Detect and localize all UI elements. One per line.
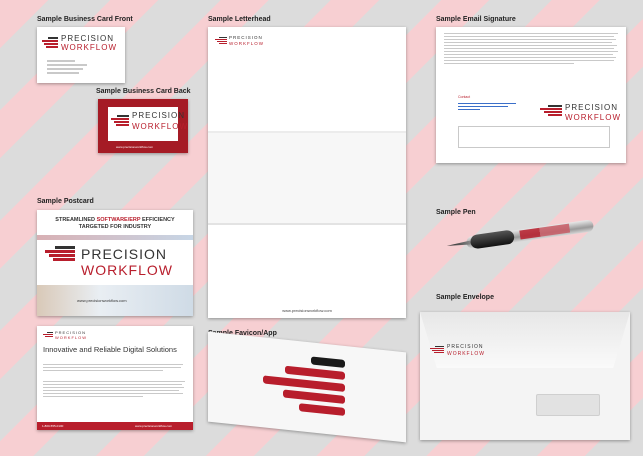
contact-lines	[47, 60, 97, 76]
logo-word-2: WORKFLOW	[229, 41, 264, 46]
postcard-photo-strip: www.precisionworkflow.com	[37, 285, 193, 316]
logo-word-2: WORKFLOW	[565, 113, 621, 122]
card-back-label: Sample Business Card Back	[96, 88, 191, 95]
logo-mark	[111, 115, 129, 127]
flyer-phone: 1-800-555-0100	[42, 424, 64, 428]
logo-word-1: PRECISION	[229, 35, 263, 40]
email-reply-box[interactable]	[458, 126, 610, 148]
headline-line2: TARGETED FOR INDUSTRY	[78, 223, 152, 230]
logo-word-2: WORKFLOW	[132, 122, 188, 131]
postcard-url: www.precisionworkflow.com	[77, 298, 127, 303]
envelope-window	[536, 394, 600, 416]
logo-word-1: PRECISION	[61, 34, 115, 43]
envelope: PRECISION WORKFLOW	[420, 312, 630, 440]
logo-word-2: WORKFLOW	[81, 262, 173, 278]
email-contact-label: Contact	[458, 95, 471, 99]
logo-mark	[215, 37, 227, 45]
logo-word-1: PRECISION	[81, 246, 168, 262]
card-front-label: Sample Business Card Front	[37, 16, 133, 23]
business-card-front: PRECISION WORKFLOW	[37, 27, 125, 83]
logo-mark	[43, 332, 53, 338]
envelope-label: Sample Envelope	[436, 294, 494, 301]
postcard-label: Sample Postcard	[37, 198, 94, 205]
letterhead: PRECISION WORKFLOW www.precisionworkflow…	[208, 27, 406, 318]
logo-mark	[45, 246, 75, 262]
logo-mark	[42, 37, 58, 49]
envelope-flap	[420, 312, 630, 368]
business-card-back: PRECISION WORKFLOW www.precisionworkflow…	[98, 99, 188, 153]
logo-word-1: PRECISION	[447, 344, 484, 350]
pen-tip	[446, 241, 470, 248]
headline-post: EFFICIENCY	[142, 217, 175, 223]
pen-grip	[469, 229, 516, 250]
logo-word-1: PRECISION	[132, 111, 186, 120]
logo-mark	[540, 105, 562, 117]
flyer-title: Innovative and Reliable Digital Solution…	[43, 345, 177, 354]
postcard-headline: STREAMLINED SOFTWARE/ERP EFFICIENCY TARG…	[37, 217, 193, 230]
postcard-stripe	[37, 235, 193, 240]
email-signature-label: Sample Email Signature	[436, 16, 516, 23]
logo-word-2: WORKFLOW	[61, 43, 117, 52]
flyer: PRECISION WORKFLOW Innovative and Reliab…	[37, 326, 193, 430]
flyer-footer: 1-800-555-0100 www.precisionworkflow.com	[37, 422, 193, 430]
postcard: STREAMLINED SOFTWARE/ERP EFFICIENCY TARG…	[37, 210, 193, 316]
logo-word-1: PRECISION	[565, 103, 619, 112]
email-signature: Contact PRECISION WORKFLOW	[436, 27, 626, 163]
flyer-body-text-2	[43, 381, 187, 399]
headline-accent: SOFTWARE/ERP	[96, 217, 141, 223]
pen-label: Sample Pen	[436, 209, 476, 216]
favicon-mark	[263, 351, 345, 416]
pen	[445, 211, 603, 258]
logo-mark	[430, 346, 444, 354]
logo-word-2: WORKFLOW	[55, 335, 87, 340]
card-back-website: www.precisionworkflow.com	[116, 145, 154, 149]
favicon-card	[208, 331, 406, 443]
letterhead-website: www.precisionworkflow.com	[282, 308, 332, 313]
headline-pre: STREAMLINED	[55, 217, 96, 223]
letterhead-label: Sample Letterhead	[208, 16, 271, 23]
flyer-website: www.precisionworkflow.com	[135, 424, 173, 428]
email-contact-links	[458, 103, 518, 110]
logo-word-2: WORKFLOW	[447, 351, 485, 357]
flyer-body-text	[43, 364, 187, 373]
email-body-text	[444, 33, 620, 66]
